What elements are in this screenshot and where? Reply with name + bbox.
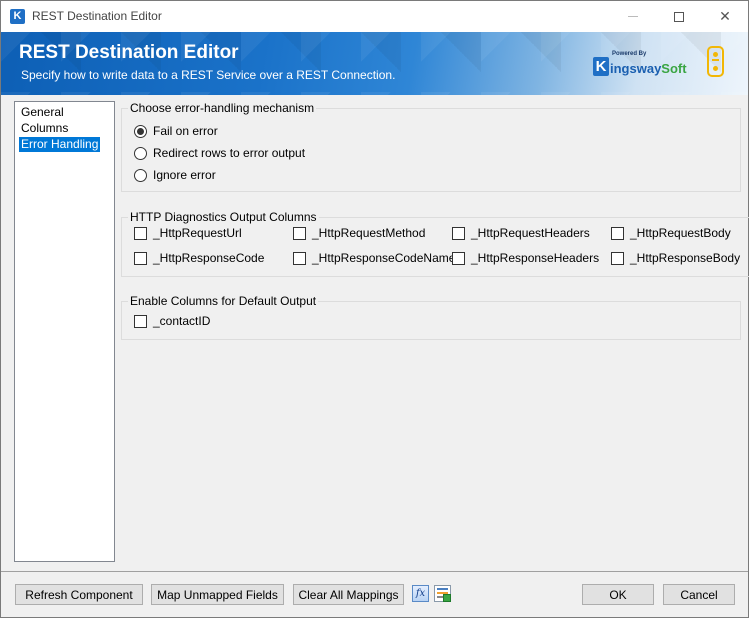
powered-by-text: Powered By xyxy=(612,51,647,57)
banner-subtitle: Specify how to write data to a REST Serv… xyxy=(21,68,396,82)
maximize-icon xyxy=(674,11,684,22)
error-handling-group: Choose error-handling mechanism Fail on … xyxy=(121,101,741,192)
expression-fx-icon[interactable]: fx xyxy=(412,585,429,602)
checkbox-http-response-code[interactable]: _HttpResponseCode xyxy=(134,251,264,265)
nav-item-error-handling[interactable]: Error Handling xyxy=(19,137,101,152)
nav-item-columns[interactable]: Columns xyxy=(19,121,70,136)
header-banner: REST Destination Editor Specify how to w… xyxy=(1,32,748,95)
close-button[interactable]: ✕ xyxy=(702,1,748,32)
kingswaysoft-k-icon: K xyxy=(593,57,609,76)
map-unmapped-fields-button[interactable]: Map Unmapped Fields xyxy=(151,584,284,605)
ok-button[interactable]: OK xyxy=(582,584,654,605)
close-icon: ✕ xyxy=(719,8,731,24)
kingsway-app-icon: K xyxy=(10,9,25,24)
refresh-component-button[interactable]: Refresh Component xyxy=(15,584,143,605)
minimize-icon xyxy=(628,16,638,17)
radio-redirect-rows[interactable]: Redirect rows to error output xyxy=(134,146,305,160)
http-diagnostics-group-label: HTTP Diagnostics Output Columns xyxy=(128,210,319,224)
http-diagnostics-group: HTTP Diagnostics Output Columns _HttpReq… xyxy=(121,210,749,277)
window-title: REST Destination Editor xyxy=(32,9,162,23)
checkbox-http-request-headers[interactable]: _HttpRequestHeaders xyxy=(452,226,590,240)
radio-ignore-error[interactable]: Ignore error xyxy=(134,168,216,182)
footer-divider xyxy=(1,571,748,572)
error-handling-group-label: Choose error-handling mechanism xyxy=(128,101,317,115)
checkbox-http-response-body[interactable]: _HttpResponseBody xyxy=(611,251,740,265)
cancel-button[interactable]: Cancel xyxy=(663,584,735,605)
rest-destination-editor-window: K REST Destination Editor ✕ REST Destina… xyxy=(0,0,749,618)
banner-title: REST Destination Editor xyxy=(19,42,239,63)
minimize-button[interactable] xyxy=(610,1,656,32)
radio-unchecked-icon[interactable] xyxy=(134,146,147,160)
radio-checked-icon[interactable] xyxy=(134,124,147,138)
export-mappings-icon[interactable] xyxy=(434,585,451,602)
radio-fail-on-error[interactable]: Fail on error xyxy=(134,124,218,138)
checkbox-http-request-url[interactable]: _HttpRequestUrl xyxy=(134,226,242,240)
brand-kingsway-text: ingsway xyxy=(610,61,662,76)
default-output-group-label: Enable Columns for Default Output xyxy=(128,294,319,308)
checkbox-http-request-body[interactable]: _HttpRequestBody xyxy=(611,226,731,240)
checkbox-contact-id[interactable]: _contactID xyxy=(134,314,210,328)
title-bar: K REST Destination Editor ✕ xyxy=(1,1,748,32)
radio-unchecked-icon[interactable] xyxy=(134,168,147,182)
checkbox-http-response-code-name[interactable]: _HttpResponseCodeName xyxy=(293,251,455,265)
checkbox-http-response-headers[interactable]: _HttpResponseHeaders xyxy=(452,251,599,265)
kingswaysoft-logo: K Powered By ingswaySoft xyxy=(593,51,687,76)
checkbox-http-request-method[interactable]: _HttpRequestMethod xyxy=(293,226,425,240)
page-navigation-list[interactable]: General Columns Error Handling xyxy=(14,101,115,562)
default-output-group: Enable Columns for Default Output _conta… xyxy=(121,294,741,340)
brand-soft-text: Soft xyxy=(661,61,687,76)
nav-item-general[interactable]: General xyxy=(19,105,66,120)
maximize-button[interactable] xyxy=(656,1,702,32)
clear-all-mappings-button[interactable]: Clear All Mappings xyxy=(293,584,404,605)
help-icon[interactable] xyxy=(707,46,724,77)
